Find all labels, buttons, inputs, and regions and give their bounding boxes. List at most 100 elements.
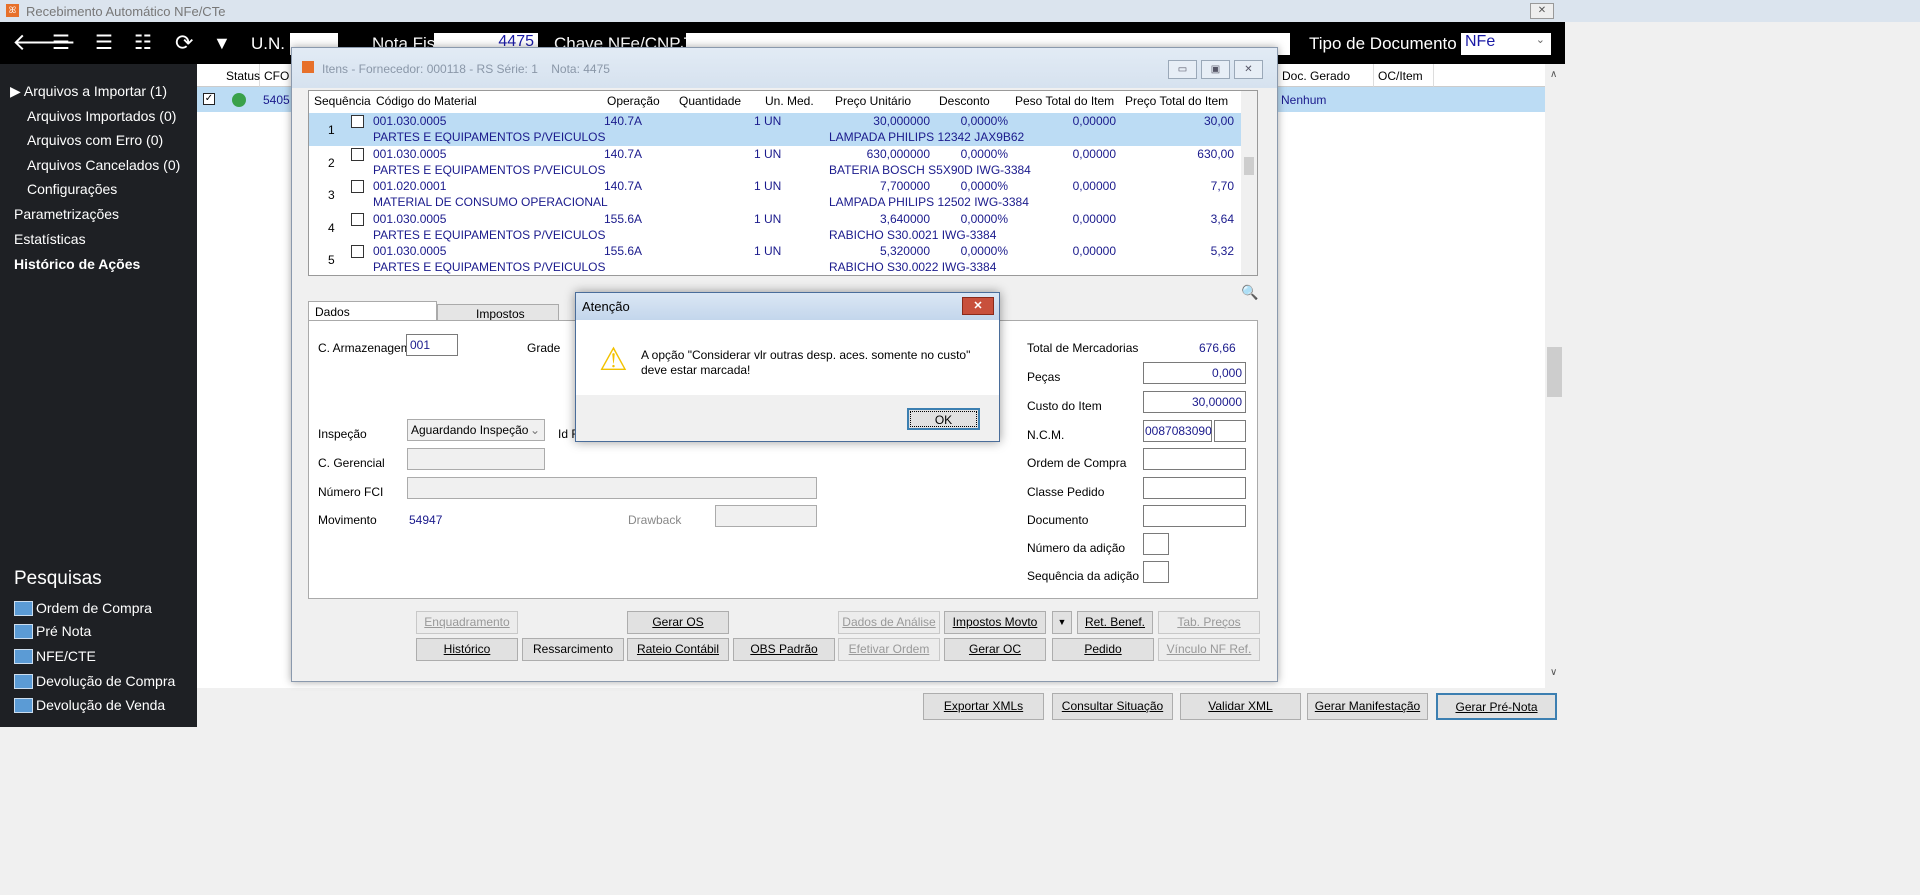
relink-list-icon[interactable]: ☷ (134, 30, 152, 56)
col-operacao[interactable]: Operação (604, 91, 663, 112)
row-checkbox[interactable] (351, 212, 364, 226)
table-row[interactable]: 2 001.030.0005 PARTES E EQUIPAMENTOS P/VEI… (309, 146, 1241, 179)
sidebar-item-arquivos-cancelados[interactable]: Arquivos Cancelados (0) (27, 157, 180, 173)
sidebar-item-arquivos-erro[interactable]: Arquivos com Erro (0) (27, 132, 163, 148)
rateio-contabil-button[interactable]: Rateio Contábil (627, 638, 729, 661)
custo-label: Custo do Item (1027, 399, 1102, 413)
documento-input[interactable] (1143, 505, 1246, 527)
sequencia-adicao-input[interactable] (1143, 561, 1169, 583)
sidebar-item-historico[interactable]: Histórico de Ações (14, 256, 140, 272)
historico-button[interactable]: Histórico (416, 638, 518, 661)
numero-adicao-input[interactable] (1143, 533, 1169, 555)
col-un-med[interactable]: Un. Med. (762, 91, 817, 112)
ncm-extra-input[interactable] (1214, 420, 1246, 442)
pesquisa-label: Pré Nota (36, 623, 92, 639)
pesquisa-pre-nota[interactable]: Pré Nota (14, 623, 91, 639)
dados-analise-button[interactable]: Dados de Análise (838, 611, 940, 634)
col-preco-total[interactable]: Preço Total do Item (1122, 91, 1231, 112)
tab-impostos[interactable]: Impostos (437, 304, 559, 321)
pesquisa-devolucao-venda[interactable]: Devolução de Venda (14, 697, 165, 713)
fci-input[interactable] (407, 477, 817, 499)
pedido-button[interactable]: Pedido (1052, 638, 1154, 661)
row-checkbox[interactable] (351, 180, 364, 193)
itens-titlebar: Itens - Fornecedor: 000118 - RS Série: 1… (292, 48, 1277, 88)
custo-input[interactable]: 30,00000 (1143, 391, 1246, 413)
pesquisa-devolucao-compra[interactable]: Devolução de Compra (14, 673, 175, 689)
gerencial-input[interactable] (407, 448, 545, 470)
row-checkbox[interactable] (351, 115, 364, 128)
ordem-compra-input[interactable] (1143, 448, 1246, 470)
gerar-os-button[interactable]: Gerar OS (627, 611, 729, 634)
table-row[interactable]: 4 001.030.0005 PARTES E EQUIPAMENTOS P/VEI… (309, 211, 1241, 244)
gerar-manifestacao-button[interactable]: Gerar Manifestação (1307, 693, 1428, 720)
checklist-icon[interactable]: ☰ (52, 30, 70, 56)
refresh-icon[interactable]: ⟳ (175, 30, 193, 56)
table-row[interactable]: 3 001.020.0001 MATERIAL DE CONSUMO OPERACI… (309, 178, 1241, 211)
pecas-label: Peças (1027, 370, 1061, 384)
cell-desc: RABICHO S30.0021 IWG-3384 (829, 227, 997, 242)
efetivar-ordem-button[interactable]: Efetivar Ordem (838, 638, 940, 661)
row-checkbox[interactable] (351, 245, 364, 258)
col-codigo-material[interactable]: Código do Material (373, 91, 480, 112)
close-button[interactable]: ✕ (1234, 60, 1263, 79)
armazenagem-input[interactable]: 001 (406, 334, 458, 356)
col-cfo[interactable]: CFO (260, 64, 295, 87)
col-peso-total[interactable]: Peso Total do Item (1012, 91, 1117, 112)
row-checkbox[interactable]: ✓ (203, 93, 215, 105)
col-desconto[interactable]: Desconto (936, 91, 993, 112)
exportar-xmls-button[interactable]: Exportar XMLs (923, 693, 1044, 720)
sidebar-item-configuracoes[interactable]: Configurações (27, 181, 117, 197)
cell-desc: LAMPADA PHILIPS 12342 JAX9B62 (829, 130, 1025, 144)
consultar-situacao-button[interactable]: Consultar Situação (1052, 693, 1173, 720)
drawback-input[interactable] (715, 505, 817, 527)
ok-button[interactable]: OK (907, 408, 980, 430)
cell-code: 001.030.0005 (373, 211, 447, 226)
maximize-button[interactable]: ▣ (1201, 60, 1230, 79)
close-window-button[interactable]: ✕ (1530, 3, 1554, 19)
col-preco-unitario[interactable]: Preço Unitário (832, 91, 914, 112)
tab-dados-complementares[interactable]: Dados Complementares (308, 301, 437, 333)
pesquisa-ordem-compra[interactable]: Ordem de Compra (14, 600, 152, 616)
ressarcimento-button[interactable]: Ressarcimento (522, 638, 624, 661)
list-icon[interactable]: ☰ (95, 30, 113, 56)
items-scrollbar[interactable] (1241, 91, 1257, 275)
minimize-button[interactable]: ▭ (1168, 60, 1197, 79)
scrollbar-thumb[interactable] (1547, 347, 1562, 397)
sidebar-item-estatisticas[interactable]: Estatísticas (14, 231, 86, 247)
obs-padrao-button[interactable]: OBS Padrão (733, 638, 835, 661)
scrollbar-thumb[interactable] (1244, 157, 1254, 175)
main-scrollbar[interactable]: ∧ ∨ (1545, 64, 1565, 688)
validar-xml-button[interactable]: Validar XML (1180, 693, 1301, 720)
sidebar-item-arquivos-importados[interactable]: Arquivos Importados (0) (27, 108, 176, 124)
pecas-input[interactable]: 0,000 (1143, 362, 1246, 384)
sidebar-item-parametrizacoes[interactable]: Parametrizações (14, 206, 119, 222)
tipo-documento-select[interactable]: NFe ⌄ (1461, 33, 1551, 55)
col-sequencia[interactable]: Sequência (311, 91, 374, 112)
ret-benef-button[interactable]: Ret. Benef. (1077, 611, 1153, 634)
inspecao-select[interactable]: Aguardando Inspeção ⌄ (407, 419, 545, 441)
row-checkbox[interactable] (351, 147, 364, 161)
vinculo-nf-ref-button[interactable]: Vínculo NF Ref. (1158, 638, 1260, 661)
col-quantidade[interactable]: Quantidade (676, 91, 744, 112)
dialog-close-button[interactable]: ✕ (962, 297, 994, 315)
impostos-movto-button[interactable]: Impostos Movto (944, 611, 1046, 634)
pesquisa-nfe-cte[interactable]: NFE/CTE (14, 648, 96, 664)
col-status[interactable]: Status (222, 64, 260, 87)
filter-icon[interactable]: ▼ (213, 30, 231, 56)
dialog-footer: OK (576, 395, 999, 441)
ncm-input[interactable]: 0087083090 (1143, 420, 1212, 442)
col-doc-gerado[interactable]: Doc. Gerado (1278, 64, 1374, 87)
cell-seq: 1 (328, 123, 335, 137)
cell-desc: BATERIA BOSCH S5X90D IWG-3384 (829, 162, 1031, 177)
sidebar-item-arquivos-importar[interactable]: ▶ Arquivos a Importar (1) (10, 83, 167, 100)
table-row[interactable]: 1 001.030.0005 PARTES E EQUIPAMENTOS P/VEI… (309, 113, 1241, 146)
zoom-search-icon[interactable]: 🔍 (1241, 284, 1258, 301)
classe-pedido-input[interactable] (1143, 477, 1246, 499)
enquadramento-button[interactable]: Enquadramento (416, 611, 518, 634)
col-oc-item[interactable]: OC/Item (1374, 64, 1434, 87)
tab-precos-button[interactable]: Tab. Preços (1158, 611, 1260, 634)
gerar-oc-button[interactable]: Gerar OC (944, 638, 1046, 661)
dropdown-arrow-button[interactable]: ▼ (1052, 611, 1072, 634)
gerar-pre-nota-button[interactable]: Gerar Pré-Nota (1436, 693, 1557, 720)
table-row[interactable]: 5 001.030.0005 PARTES E EQUIPAMENTOS P/VEI… (309, 243, 1241, 276)
